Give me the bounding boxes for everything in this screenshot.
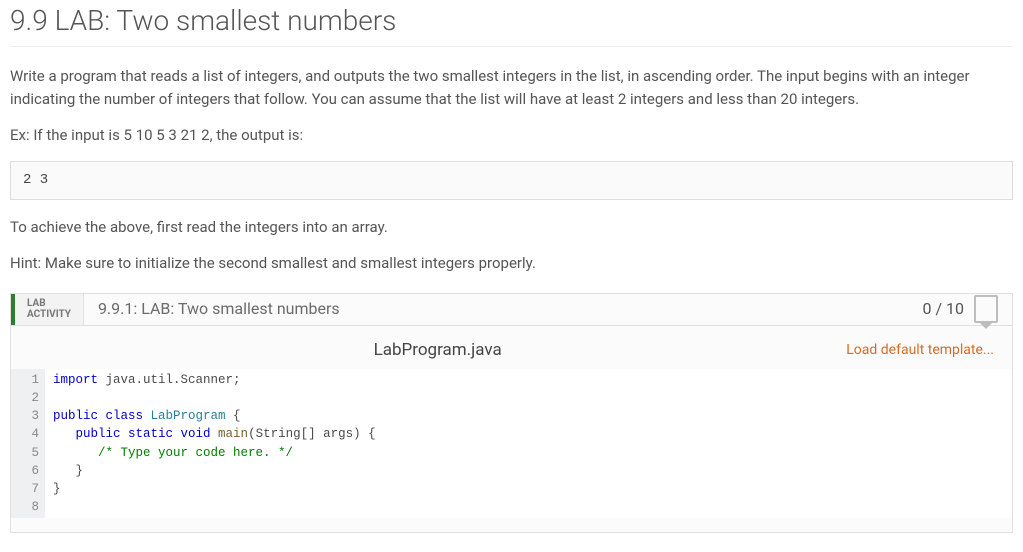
code-area: LabProgram.java Load default template...…: [11, 326, 1012, 533]
activity-header: LAB ACTIVITY 9.9.1: LAB: Two smallest nu…: [11, 294, 1012, 326]
badge-line-1: LAB: [27, 298, 71, 310]
score-text: 0 / 10: [922, 297, 964, 321]
ribbon-icon: [974, 295, 998, 323]
activity-title: 9.9.1: LAB: Two smallest numbers: [84, 294, 909, 325]
activity-score: 0 / 10: [908, 294, 1012, 325]
code-content[interactable]: import java.util.Scanner; public class L…: [45, 369, 1012, 518]
lab-activity-card: LAB ACTIVITY 9.9.1: LAB: Two smallest nu…: [10, 293, 1013, 534]
example-intro: Ex: If the input is 5 10 5 3 21 2, the o…: [10, 124, 1013, 147]
activity-badge: LAB ACTIVITY: [15, 294, 84, 325]
load-default-template-link[interactable]: Load default template...: [846, 340, 994, 361]
line-number-gutter: 1 2 3 4 5 6 7 8: [11, 369, 45, 518]
hint-line: Hint: Make sure to initialize the second…: [10, 252, 1013, 275]
instruction-line-1: To achieve the above, first read the int…: [10, 216, 1013, 239]
example-output-box: 2 3: [10, 161, 1013, 200]
problem-description: Write a program that reads a list of int…: [10, 65, 1013, 110]
page-title: 9.9 LAB: Two smallest numbers: [10, 0, 1013, 47]
code-editor[interactable]: 1 2 3 4 5 6 7 8 import java.util.Scanner…: [11, 369, 1012, 518]
badge-line-2: ACTIVITY: [27, 309, 71, 321]
code-filename: LabProgram.java: [29, 338, 846, 364]
